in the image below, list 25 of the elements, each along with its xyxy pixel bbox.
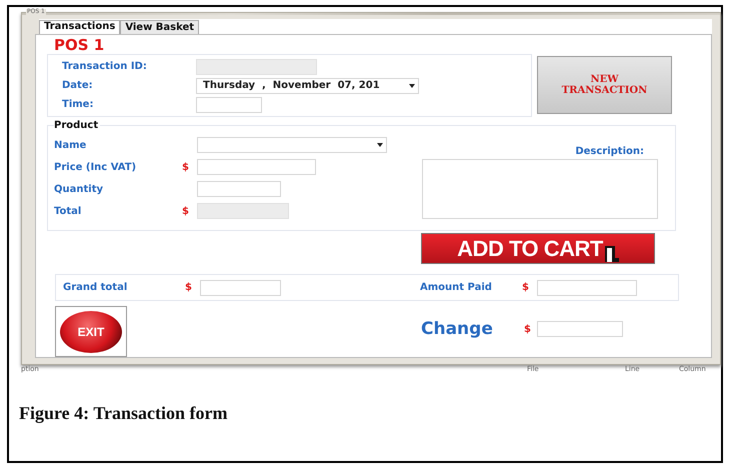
field-label: Transaction ID:: [62, 61, 148, 72]
date-picker[interactable]: Thursday , November 07, 201: [196, 78, 419, 94]
change-label: Change: [421, 319, 494, 339]
tab[interactable]: View Basket: [120, 20, 200, 34]
new-transaction-button[interactable]: NEW TRANSACTION: [537, 56, 672, 114]
figure-caption: Figure 4: Transaction form: [19, 403, 228, 424]
field-label: Date:: [62, 80, 94, 91]
currency-sign: $: [522, 282, 530, 293]
exit-button[interactable]: EXIT: [55, 306, 127, 357]
currency-sign: $: [182, 162, 190, 172]
currency-sign: $: [524, 324, 532, 334]
field-label: Total: [54, 206, 82, 216]
currency-sign: $: [185, 282, 193, 293]
field-label: Name: [54, 140, 88, 150]
form-heading: POS 1: [54, 37, 106, 54]
field-label: Quantity: [54, 184, 104, 194]
field-label: Time:: [62, 99, 94, 110]
field-label: Description:: [575, 146, 644, 157]
currency-sign: $: [182, 206, 190, 216]
field-label: Price (Inc VAT): [54, 162, 138, 172]
section-legend: Product: [54, 120, 100, 131]
tab[interactable]: Transactions: [39, 20, 120, 34]
add-to-cart-button[interactable]: ADD TO CART: [421, 233, 655, 264]
field-label: Amount Paid: [420, 282, 493, 293]
field-label: Grand total: [63, 282, 128, 293]
